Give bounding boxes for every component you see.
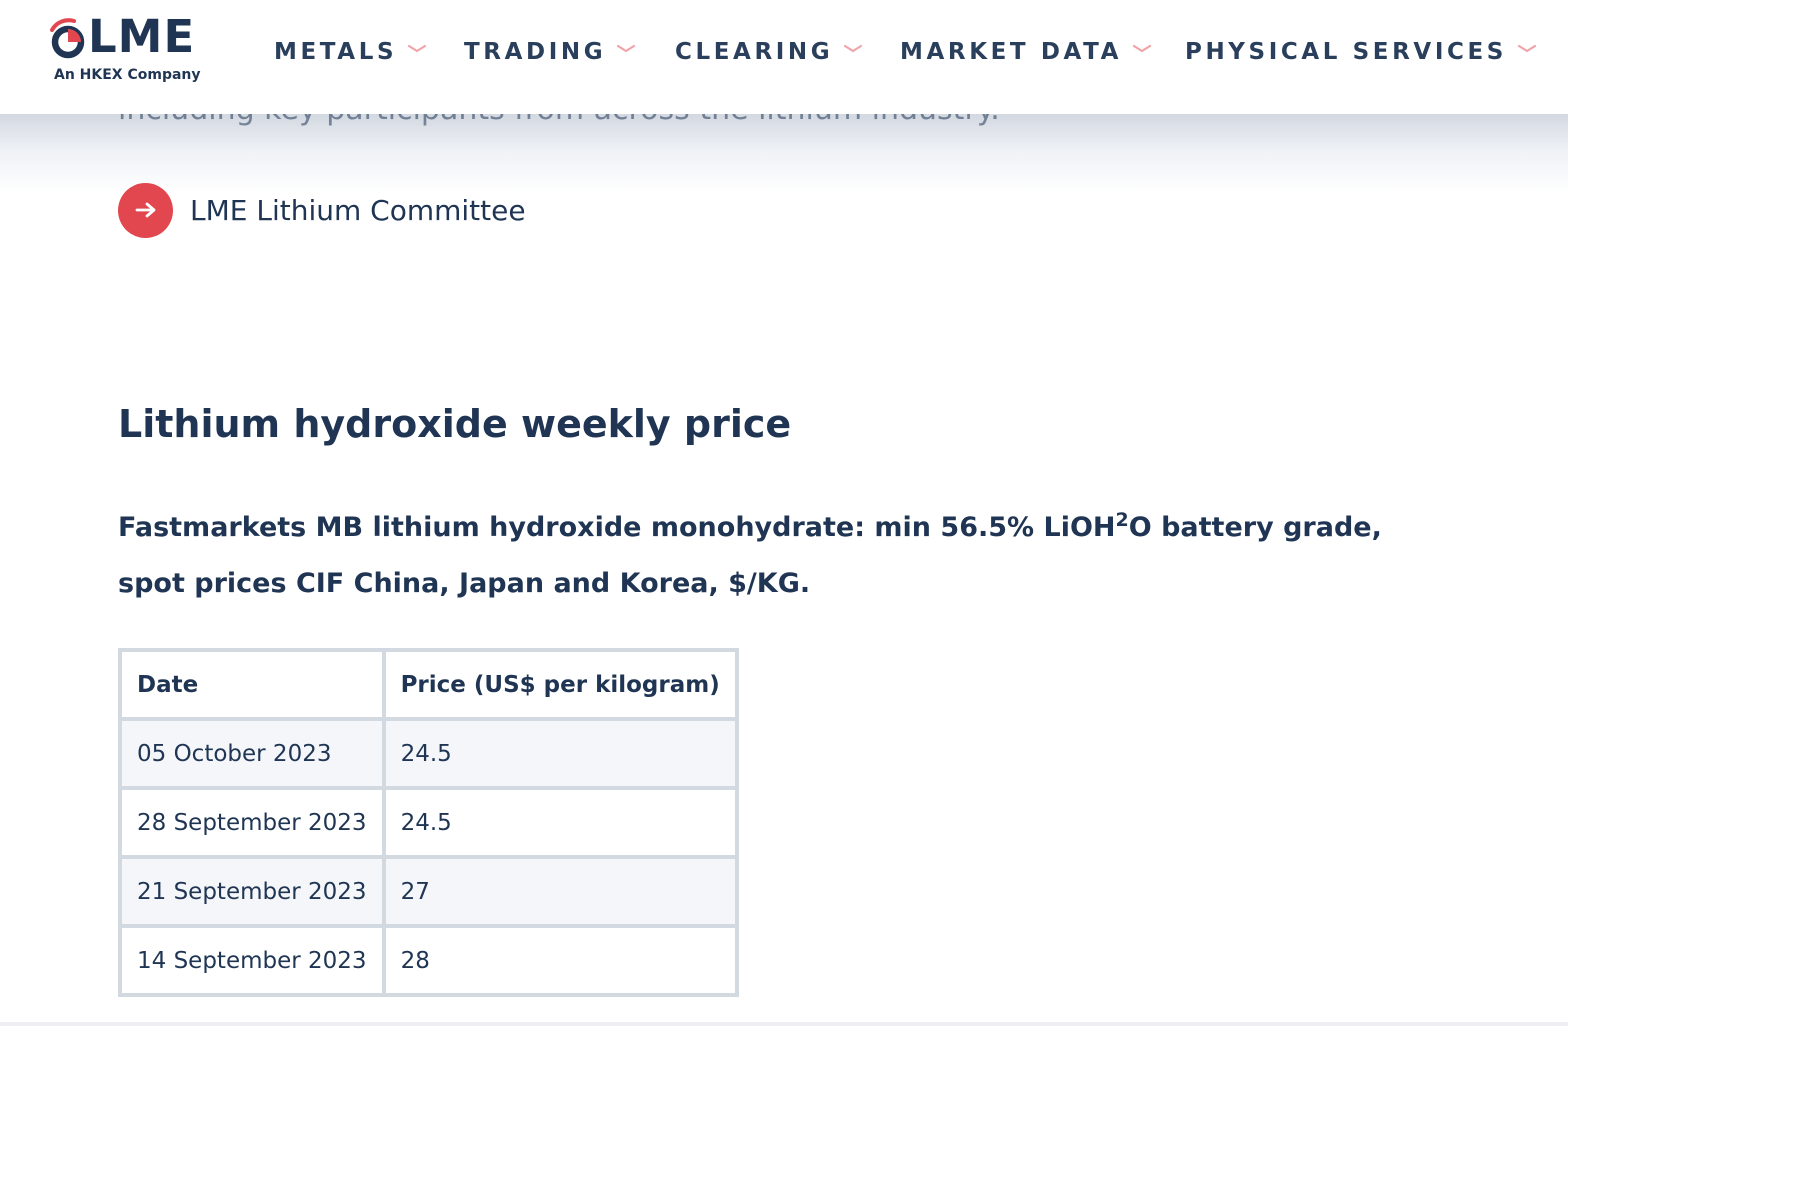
arrow-circle	[118, 182, 173, 238]
chevron-down-icon	[408, 44, 427, 53]
chevron-down-icon	[844, 44, 863, 53]
price-cell: 27	[381, 855, 739, 928]
price-cell: 28	[381, 924, 739, 997]
site-header: LME An HKEX Company METALS TRADING CLEAR…	[0, 0, 1568, 114]
arrow-right-icon	[135, 202, 155, 218]
chevron-down-icon	[1517, 44, 1537, 53]
table-row: 28 September 2023 24.5	[118, 786, 739, 859]
logo-subtitle: An HKEX Company	[54, 67, 201, 83]
chevron-down-icon	[617, 44, 636, 53]
section-title: Lithium hydroxide weekly price	[118, 402, 792, 446]
table-row: 05 October 2023 24.5	[118, 717, 739, 790]
description-superscript: 2	[1115, 509, 1129, 531]
nav-item-physical-services[interactable]: PHYSICAL SERVICES	[1185, 36, 1537, 68]
nav-item-label: PHYSICAL SERVICES	[1185, 39, 1507, 65]
lme-logo-mark-icon	[50, 18, 85, 59]
nav-item-metals[interactable]: METALS	[274, 36, 427, 68]
nav-item-label: CLEARING	[675, 39, 834, 65]
column-header-price: Price (US$ per kilogram)	[381, 648, 739, 721]
nav-item-label: MARKET DATA	[900, 39, 1123, 65]
date-cell: 28 September 2023	[118, 786, 386, 859]
description-part-1: Fastmarkets MB lithium hydroxide monohyd…	[118, 512, 1116, 543]
table-row: 14 September 2023 28	[118, 924, 739, 997]
chevron-down-icon	[1132, 44, 1152, 53]
table-header-row: Date Price (US$ per kilogram)	[118, 648, 739, 721]
nav-item-trading[interactable]: TRADING	[464, 36, 636, 68]
date-cell: 05 October 2023	[118, 717, 386, 790]
price-table: Date Price (US$ per kilogram) 05 October…	[118, 648, 739, 997]
table-row: 21 September 2023 27	[118, 855, 739, 928]
price-description: Fastmarkets MB lithium hydroxide monohyd…	[118, 500, 1418, 612]
price-cell: 24.5	[381, 717, 739, 790]
nav-item-label: TRADING	[464, 39, 607, 65]
logo-text: LME	[88, 10, 196, 63]
committee-link-label: LME Lithium Committee	[190, 193, 526, 227]
nav-item-clearing[interactable]: CLEARING	[675, 36, 863, 68]
nav-item-market-data[interactable]: MARKET DATA	[900, 36, 1152, 68]
lme-lithium-committee-link[interactable]: LME Lithium Committee	[118, 182, 526, 238]
bottom-edge	[0, 1022, 1568, 1026]
date-cell: 14 September 2023	[118, 924, 386, 997]
date-cell: 21 September 2023	[118, 855, 386, 928]
lme-logo[interactable]: LME An HKEX Company	[48, 10, 213, 86]
nav-item-label: METALS	[274, 39, 398, 65]
price-cell: 24.5	[381, 786, 739, 859]
column-header-date: Date	[118, 648, 386, 721]
